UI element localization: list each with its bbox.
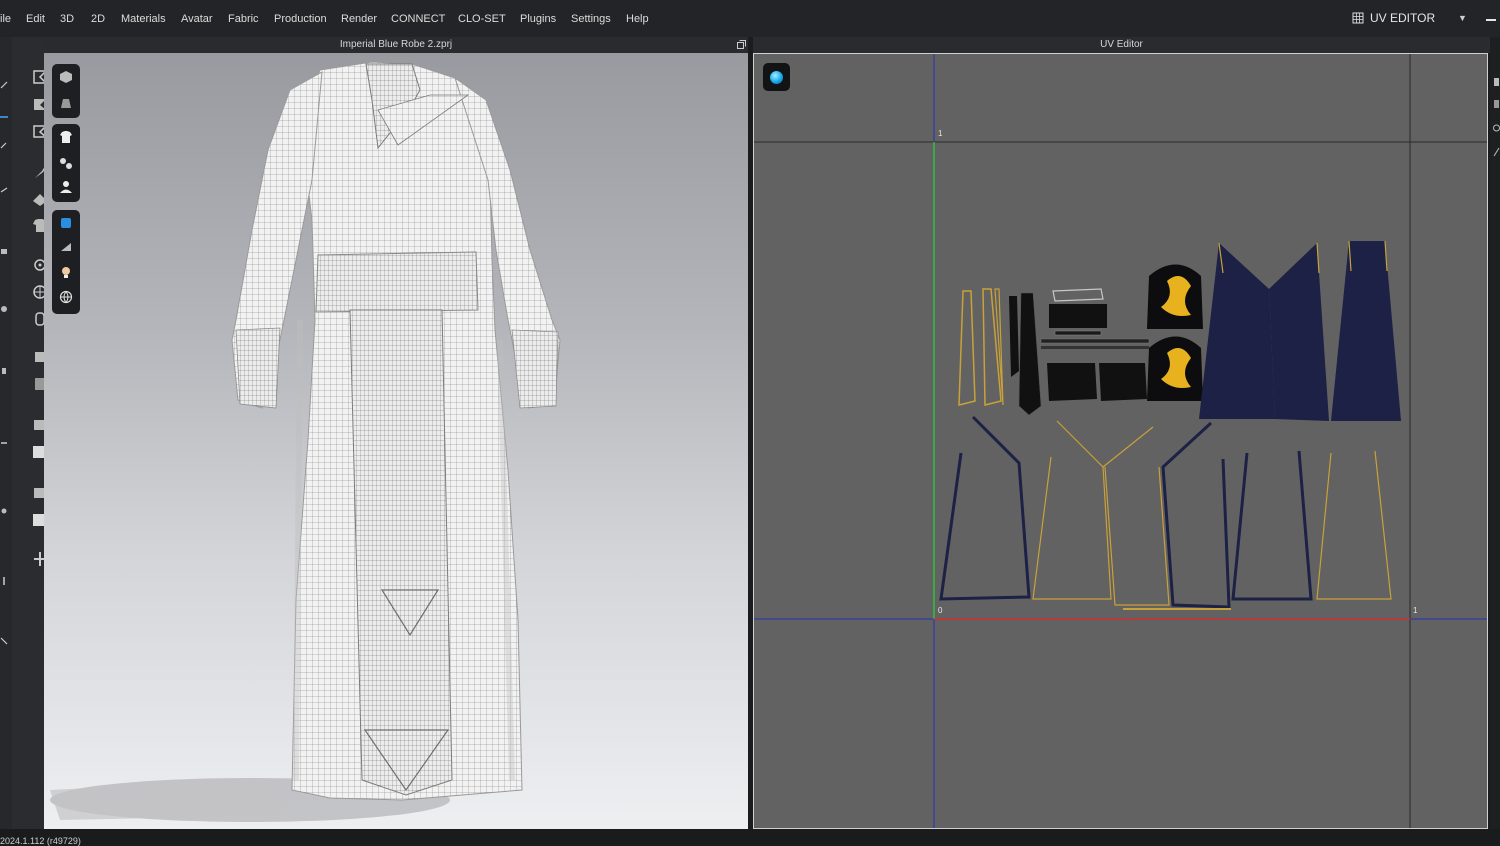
cube-view-icon[interactable] — [59, 70, 73, 84]
texture-view-icon[interactable] — [59, 216, 73, 230]
menu-plugins[interactable]: Plugins — [520, 13, 556, 25]
uv-layout — [754, 54, 1487, 828]
puckering-tool-icon[interactable] — [0, 637, 8, 645]
3d-viewport[interactable] — [44, 53, 748, 829]
uv-canvas[interactable] — [753, 53, 1488, 829]
pieces-icon[interactable] — [59, 156, 73, 170]
menu-2d[interactable]: 2D — [91, 13, 105, 25]
uv-grid-icon — [1352, 12, 1364, 24]
menu-3d[interactable]: 3D — [60, 13, 74, 25]
uv-window-titlebar: UV Editor — [753, 37, 1490, 53]
viewport-display-group — [52, 64, 80, 118]
status-bar: 2024.1.112 (r49729) — [0, 829, 1500, 846]
uv-scale-tool-icon[interactable] — [1493, 147, 1500, 157]
button-tool-icon[interactable] — [0, 507, 8, 515]
avatar-icon[interactable] — [59, 180, 73, 194]
fold-tool-icon[interactable] — [0, 247, 8, 255]
uv-view-mode-button[interactable] — [763, 63, 790, 91]
workspace-switcher[interactable]: UV EDITOR — [1352, 11, 1435, 25]
restore-window-icon[interactable] — [737, 40, 746, 49]
menu-help[interactable]: Help — [626, 13, 649, 25]
menu-edit[interactable]: Edit — [26, 13, 45, 25]
minimize-icon[interactable] — [1486, 19, 1496, 21]
3d-window-titlebar: Imperial Blue Robe 2.zprj — [44, 37, 748, 53]
uv-transform-tool-icon[interactable] — [1493, 99, 1500, 109]
menu-clo-set[interactable]: CLO-SET — [458, 13, 506, 25]
uv-label-origin: 0 — [938, 606, 943, 615]
uv-window-title: UV Editor — [1100, 39, 1143, 50]
garment-render — [50, 61, 561, 822]
skin-view-icon[interactable] — [59, 265, 73, 279]
uv-label-u1: 1 — [1413, 606, 1418, 615]
line-tool-icon[interactable] — [0, 113, 8, 121]
menu-avatar[interactable]: Avatar — [181, 13, 213, 25]
uv-tool-strip — [1490, 37, 1500, 829]
menu-render[interactable]: Render — [341, 13, 377, 25]
uv-label-v1: 1 — [938, 129, 943, 138]
viewport-render-group — [52, 210, 80, 314]
edit-tool-icon[interactable] — [0, 185, 8, 193]
sphere-icon — [770, 71, 783, 84]
viewport-garment-group — [52, 124, 80, 202]
chevron-down-icon[interactable]: ▼ — [1458, 13, 1467, 23]
zipper-tool-icon[interactable] — [0, 577, 8, 585]
menu-settings[interactable]: Settings — [571, 13, 611, 25]
tool-strip-3d — [12, 37, 49, 829]
globe-icon[interactable] — [59, 290, 73, 304]
pen-tool-icon[interactable] — [0, 141, 8, 149]
segment-tool-icon[interactable] — [0, 367, 8, 375]
menu-fabric[interactable]: Fabric — [228, 13, 259, 25]
tack-tool-icon[interactable] — [0, 305, 8, 313]
menu-connect[interactable]: CONNECT — [391, 13, 445, 25]
menu-file[interactable]: ile — [0, 13, 11, 25]
avatar-view-icon[interactable] — [59, 96, 73, 110]
pointer-tool-icon[interactable] — [0, 81, 8, 89]
shirt-icon[interactable] — [59, 130, 73, 144]
uv-select-tool-icon[interactable] — [1493, 77, 1500, 87]
menu-materials[interactable]: Materials — [121, 13, 166, 25]
menu-production[interactable]: Production — [274, 13, 327, 25]
uv-rotate-tool-icon[interactable] — [1493, 123, 1500, 133]
trim-tool-icon[interactable] — [0, 437, 8, 445]
workspace-label: UV EDITOR — [1370, 11, 1436, 25]
3d-window-title: Imperial Blue Robe 2.zprj — [339, 39, 453, 50]
menu-bar: ile Edit 3D 2D Materials Avatar Fabric P… — [0, 0, 1500, 37]
version-label: 2024.1.112 (r49729) — [0, 836, 81, 846]
fabric-view-icon[interactable] — [59, 240, 73, 254]
